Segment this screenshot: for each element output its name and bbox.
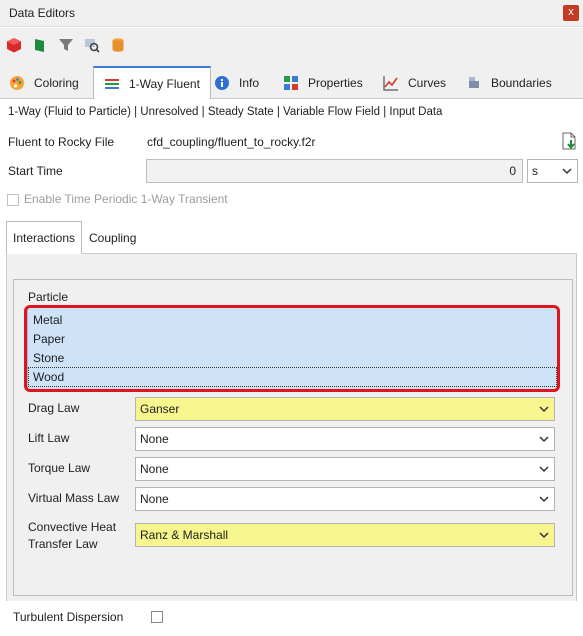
tab-info[interactable]: Info (214, 66, 259, 99)
periodic-label: Enable Time Periodic 1-Way Transient (24, 192, 228, 206)
red-cube-icon[interactable] (6, 37, 22, 53)
tab-curves[interactable]: Curves (383, 66, 446, 99)
window-title: Data Editors (9, 6, 76, 20)
chevron-down-icon (562, 168, 572, 175)
file-download-icon[interactable] (561, 132, 577, 150)
tab-1-way-fluent[interactable]: 1-Way Fluent (93, 66, 211, 100)
particle-label: Particle (28, 290, 69, 304)
convective-heat-law-select[interactable]: Ranz & Marshall (135, 523, 555, 547)
tab-coupling[interactable]: Coupling (83, 221, 142, 254)
info-icon (215, 75, 229, 90)
tab-properties[interactable]: Properties (283, 66, 363, 99)
lift-law-select[interactable]: None (135, 427, 555, 451)
chevron-down-icon (539, 436, 549, 443)
chevron-down-icon (539, 466, 549, 473)
convective-heat-label-line2: Transfer Law (28, 537, 98, 551)
start-time-label: Start Time (8, 164, 63, 178)
toolbar (0, 28, 583, 62)
tab-label: Coupling (89, 230, 137, 245)
tab-label: Info (239, 75, 260, 90)
torque-law-value: None (140, 462, 169, 476)
sub-tabs: Interactions Coupling (6, 219, 577, 254)
tab-interactions[interactable]: Interactions (6, 221, 83, 254)
lift-law-value: None (140, 432, 169, 446)
convective-heat-label-line1: Convective Heat (28, 520, 117, 534)
boundaries-icon (469, 76, 479, 88)
tab-label: 1-Way Fluent (129, 76, 200, 91)
tab-label: Curves (408, 75, 447, 90)
start-time-value: 0 (509, 164, 516, 178)
fluent-file-label: Fluent to Rocky File (8, 135, 115, 149)
close-button[interactable]: x (563, 5, 579, 21)
database-icon[interactable] (110, 37, 126, 53)
mode-description: 1-Way (Fluid to Particle) | Unresolved |… (8, 106, 443, 118)
start-time-input[interactable]: 0 (146, 159, 523, 183)
periodic-checkbox[interactable] (7, 194, 19, 206)
tab-boundaries[interactable]: Boundaries (466, 66, 552, 99)
tab-label: Boundaries (491, 75, 552, 90)
palette-icon (10, 75, 24, 90)
filter-icon[interactable] (58, 37, 74, 53)
tab-label: Properties (308, 75, 363, 90)
tab-label: Interactions (13, 230, 76, 245)
drag-law-select[interactable]: Ganser (135, 397, 555, 421)
turbulent-dispersion-label: Turbulent Dispersion (13, 610, 124, 624)
tab-label: Coloring (34, 75, 79, 90)
drag-law-value: Ganser (140, 402, 180, 416)
green-flag-icon[interactable] (32, 37, 48, 53)
virtual-mass-law-value: None (140, 492, 169, 506)
fluent-icon (105, 78, 119, 89)
highlight-callout (24, 305, 560, 392)
virtual-mass-law-label: Virtual Mass Law (28, 491, 120, 505)
properties-icon (284, 75, 298, 90)
lift-law-label: Lift Law (28, 431, 70, 445)
turbulent-dispersion-checkbox[interactable] (151, 611, 163, 623)
main-tabs: Coloring 1-Way Fluent Info Properties Cu… (0, 62, 583, 100)
search-zoom-icon[interactable] (84, 37, 100, 53)
torque-law-label: Torque Law (28, 461, 91, 475)
curves-icon (383, 75, 398, 91)
convective-heat-law-value: Ranz & Marshall (140, 528, 229, 542)
tab-coloring[interactable]: Coloring (9, 66, 79, 99)
drag-law-label: Drag Law (28, 401, 80, 415)
fluent-file-path: cfd_coupling/fluent_to_rocky.f2r (147, 135, 316, 149)
chevron-down-icon (539, 406, 549, 413)
start-time-unit-select[interactable]: s (527, 159, 578, 183)
title-bar: Data Editors x (0, 0, 583, 27)
start-time-unit: s (532, 164, 538, 178)
virtual-mass-law-select[interactable]: None (135, 487, 555, 511)
chevron-down-icon (539, 496, 549, 503)
chevron-down-icon (539, 532, 549, 539)
torque-law-select[interactable]: None (135, 457, 555, 481)
